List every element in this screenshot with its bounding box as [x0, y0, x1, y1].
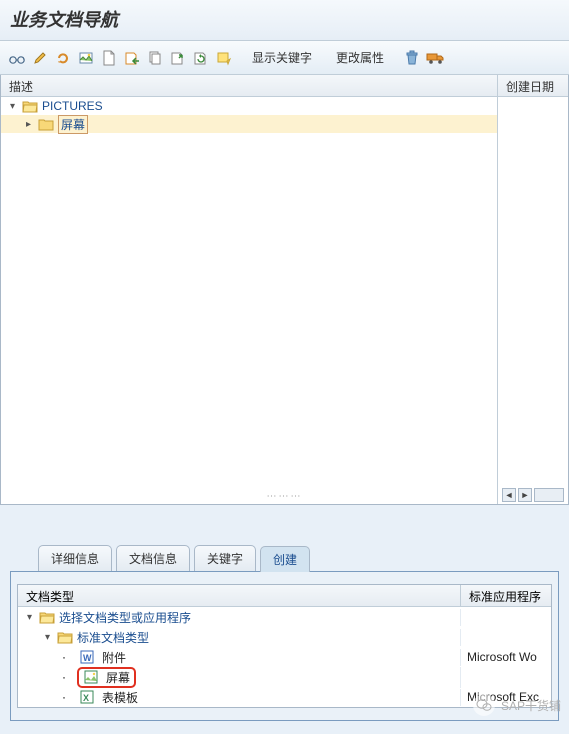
doc-type-std-label[interactable]: 标准文档类型 [77, 629, 149, 646]
doc-type-header: 文档类型 标准应用程序 [18, 585, 551, 607]
doc-type-table: 文档类型 标准应用程序 ▾ 选择文档类型或应用程序 ▾ [17, 584, 552, 708]
transport-icon[interactable] [424, 47, 446, 69]
collapse-icon[interactable]: ▾ [42, 632, 53, 643]
tree-date-column-body [498, 97, 568, 484]
tab-detail[interactable]: 详细信息 [38, 545, 112, 571]
tree-root-label[interactable]: PICTURES [42, 99, 103, 113]
excel-doc-icon: X [79, 690, 95, 704]
window-header: 业务文档导航 [0, 0, 569, 41]
column-created-date[interactable]: 创建日期 [498, 75, 568, 96]
word-doc-icon: W [79, 650, 95, 664]
image-doc-icon [83, 670, 99, 684]
tree-body[interactable]: ▾ PICTURES ▸ 屏幕 [1, 97, 498, 504]
note-icon[interactable] [213, 47, 235, 69]
tab-keywords[interactable]: 关键字 [194, 545, 256, 571]
folder-open-icon [39, 610, 55, 624]
bullet-icon: · [62, 670, 73, 684]
change-attributes-button[interactable]: 更改属性 [329, 45, 391, 70]
bullet-icon: · [62, 690, 73, 704]
bullet-icon: · [62, 650, 73, 664]
reimport-icon[interactable] [190, 47, 212, 69]
tab-bar: 详细信息 文档信息 关键字 创建 [38, 545, 559, 571]
tab-doc-info[interactable]: 文档信息 [116, 545, 190, 571]
resize-handle[interactable]: ⋯⋯⋯ [267, 491, 303, 502]
column-description[interactable]: 描述 [1, 75, 498, 96]
doc-type-body: ▾ 选择文档类型或应用程序 ▾ 标准文档类型 [18, 607, 551, 707]
picture-icon[interactable] [75, 47, 97, 69]
doc-type-row-screen[interactable]: · 屏幕 [18, 667, 551, 687]
svg-text:W: W [83, 653, 92, 663]
tree-row-root[interactable]: ▾ PICTURES [1, 97, 497, 115]
doc-type-app: Microsoft Wo [461, 650, 551, 664]
doc-type-row-template[interactable]: · X 表模板 Microsoft Exc [18, 687, 551, 707]
column-doc-type[interactable]: 文档类型 [18, 585, 461, 606]
watermark-text: SAP干货铺 [501, 697, 561, 714]
copy-icon[interactable] [144, 47, 166, 69]
doc-type-row-root[interactable]: ▾ 选择文档类型或应用程序 [18, 607, 551, 627]
doc-type-label: 表模板 [102, 689, 138, 706]
collapse-icon[interactable]: ▾ [24, 612, 35, 623]
doc-type-screen[interactable]: 屏幕 [77, 667, 136, 688]
collapse-icon[interactable]: ▾ [7, 101, 18, 112]
delete-icon[interactable] [401, 47, 423, 69]
new-doc-icon[interactable] [98, 47, 120, 69]
import-icon[interactable] [121, 47, 143, 69]
tree-header: 描述 创建日期 [1, 75, 568, 97]
pencil-icon[interactable] [29, 47, 51, 69]
show-keywords-button[interactable]: 显示关键字 [245, 45, 319, 70]
doc-type-template[interactable]: X 表模板 [77, 689, 140, 706]
column-standard-app[interactable]: 标准应用程序 [461, 585, 551, 606]
refresh-icon[interactable] [52, 47, 74, 69]
doc-type-root-label[interactable]: 选择文档类型或应用程序 [59, 609, 191, 626]
folder-open-icon [57, 630, 73, 644]
tab-create[interactable]: 创建 [260, 546, 310, 572]
export-icon[interactable] [167, 47, 189, 69]
svg-text:X: X [83, 693, 89, 703]
scroll-left-icon[interactable]: ◄ [502, 488, 516, 502]
tree-row-child[interactable]: ▸ 屏幕 [1, 115, 497, 133]
doc-type-row-std[interactable]: ▾ 标准文档类型 [18, 627, 551, 647]
scroll-controls: ◄ ► [502, 488, 564, 502]
expand-icon[interactable]: ▸ [23, 119, 34, 130]
doc-type-attachment[interactable]: W 附件 [77, 649, 128, 666]
doc-type-label: 附件 [102, 649, 126, 666]
page-title: 业务文档导航 [10, 6, 559, 32]
doc-type-row-attachment[interactable]: · W 附件 Microsoft Wo [18, 647, 551, 667]
tree-child-label[interactable]: 屏幕 [58, 115, 88, 134]
scroll-right-icon[interactable]: ► [518, 488, 532, 502]
main-toolbar: 显示关键字 更改属性 [0, 41, 569, 75]
wechat-icon [473, 694, 495, 716]
folder-icon [38, 117, 54, 131]
glasses-icon[interactable] [6, 47, 28, 69]
scroll-spacer [534, 488, 564, 502]
watermark: SAP干货铺 [473, 694, 561, 716]
folder-open-icon [22, 99, 38, 113]
document-tree-panel: 描述 创建日期 ▾ PICTURES ▸ 屏幕 ⋯⋯⋯ ◄ ► [0, 75, 569, 505]
doc-type-label: 屏幕 [106, 669, 130, 686]
